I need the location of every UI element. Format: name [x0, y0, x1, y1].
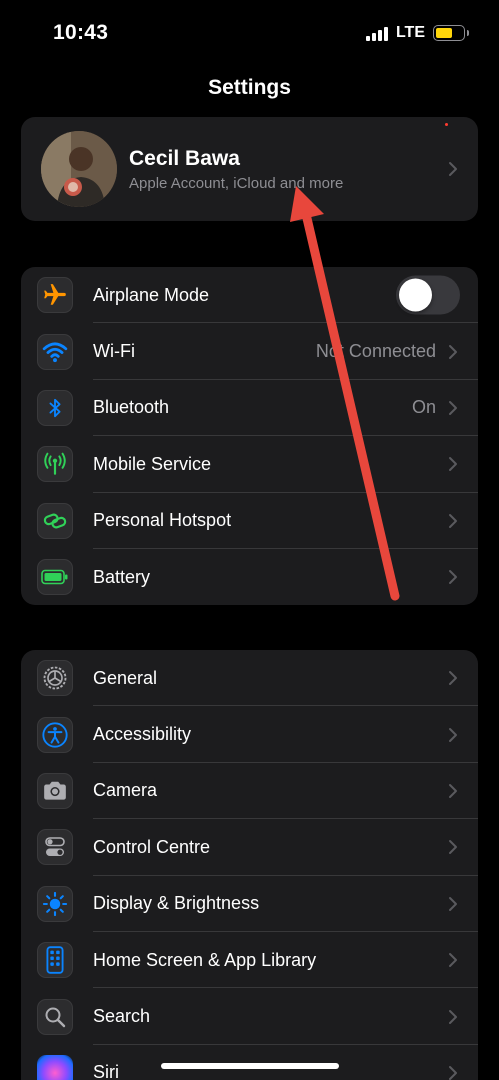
status-time: 10:43	[53, 21, 109, 44]
search-icon	[37, 998, 73, 1035]
row-display-brightness[interactable]: Display & Brightness	[21, 876, 478, 932]
row-label: Search	[93, 1006, 151, 1027]
row-label: Accessibility	[93, 724, 192, 745]
bluetooth-status: On	[411, 397, 436, 418]
row-accessibility[interactable]: Accessibility	[21, 706, 478, 763]
row-label: Control Centre	[93, 836, 211, 857]
chevron-right-icon	[449, 727, 457, 742]
chevron-right-icon	[449, 840, 457, 855]
wifi-icon	[37, 333, 73, 370]
airplane-icon	[37, 277, 73, 314]
settings-screen: 10:43 LTE Settings Cecil Bawa Apple Acco…	[0, 0, 499, 1080]
antenna-icon	[37, 446, 73, 483]
general-group: General Accessibility Camera Control Cen…	[21, 650, 478, 1080]
control-centre-icon	[37, 829, 73, 866]
row-mobile-service[interactable]: Mobile Service	[21, 436, 478, 493]
wifi-status: Not Connected	[315, 341, 436, 362]
avatar	[41, 131, 117, 207]
row-label: Airplane Mode	[93, 284, 210, 305]
status-indicators: LTE	[365, 24, 469, 42]
row-bluetooth[interactable]: Bluetooth On	[21, 380, 478, 437]
home-indicator[interactable]	[161, 1063, 339, 1069]
row-personal-hotspot[interactable]: Personal Hotspot	[21, 493, 478, 549]
row-home-screen[interactable]: Home Screen & App Library	[21, 932, 478, 989]
hotspot-icon	[37, 502, 73, 539]
chevron-right-icon	[449, 570, 457, 585]
bluetooth-icon	[37, 389, 73, 426]
chevron-right-icon	[449, 344, 457, 359]
chevron-right-icon	[449, 671, 457, 686]
row-label: General	[93, 667, 158, 688]
row-airplane-mode: Airplane Mode	[21, 267, 478, 324]
chevron-right-icon	[449, 953, 457, 968]
chevron-right-icon	[449, 457, 457, 472]
row-control-centre[interactable]: Control Centre	[21, 819, 478, 876]
siri-icon	[37, 1054, 73, 1080]
row-label: Mobile Service	[93, 453, 212, 474]
chevron-right-icon	[449, 400, 457, 415]
home-screen-icon	[37, 942, 73, 979]
chevron-right-icon	[449, 896, 457, 911]
airplane-mode-toggle[interactable]	[396, 275, 460, 315]
battery-status-icon	[433, 25, 469, 41]
accessibility-icon	[37, 716, 73, 753]
row-wifi[interactable]: Wi-Fi Not Connected	[21, 323, 478, 380]
row-label: Camera	[93, 780, 158, 801]
signal-icon	[365, 26, 388, 41]
row-label: Wi-Fi	[93, 341, 135, 362]
battery-icon	[37, 559, 73, 596]
chevron-right-icon	[449, 783, 457, 798]
sun-icon	[37, 885, 73, 922]
row-label: Display & Brightness	[93, 893, 260, 914]
profile-subtitle: Apple Account, iCloud and more	[129, 175, 344, 192]
row-camera[interactable]: Camera	[21, 763, 478, 820]
network-type: LTE	[395, 24, 425, 41]
page-title: Settings	[208, 76, 291, 99]
row-label: Siri	[93, 1062, 119, 1080]
row-label: Bluetooth	[93, 397, 170, 418]
row-search[interactable]: Search	[21, 988, 478, 1045]
chevron-right-icon	[449, 1009, 457, 1024]
row-label: Personal Hotspot	[93, 510, 232, 531]
chevron-right-icon	[449, 162, 457, 176]
row-general[interactable]: General	[21, 650, 478, 707]
connectivity-group: Airplane Mode Wi-Fi Not Connected Blueto…	[21, 267, 478, 605]
camera-icon	[37, 772, 73, 809]
row-label: Battery	[93, 566, 151, 587]
profile-name: Cecil Bawa	[129, 147, 240, 170]
row-label: Home Screen & App Library	[93, 949, 317, 970]
chevron-right-icon	[449, 513, 457, 528]
apple-account-row[interactable]: Cecil Bawa Apple Account, iCloud and mor…	[21, 117, 478, 221]
notification-dot	[445, 123, 448, 126]
chevron-right-icon	[449, 1065, 457, 1080]
row-battery[interactable]: Battery	[21, 549, 478, 605]
gear-icon	[37, 660, 73, 697]
